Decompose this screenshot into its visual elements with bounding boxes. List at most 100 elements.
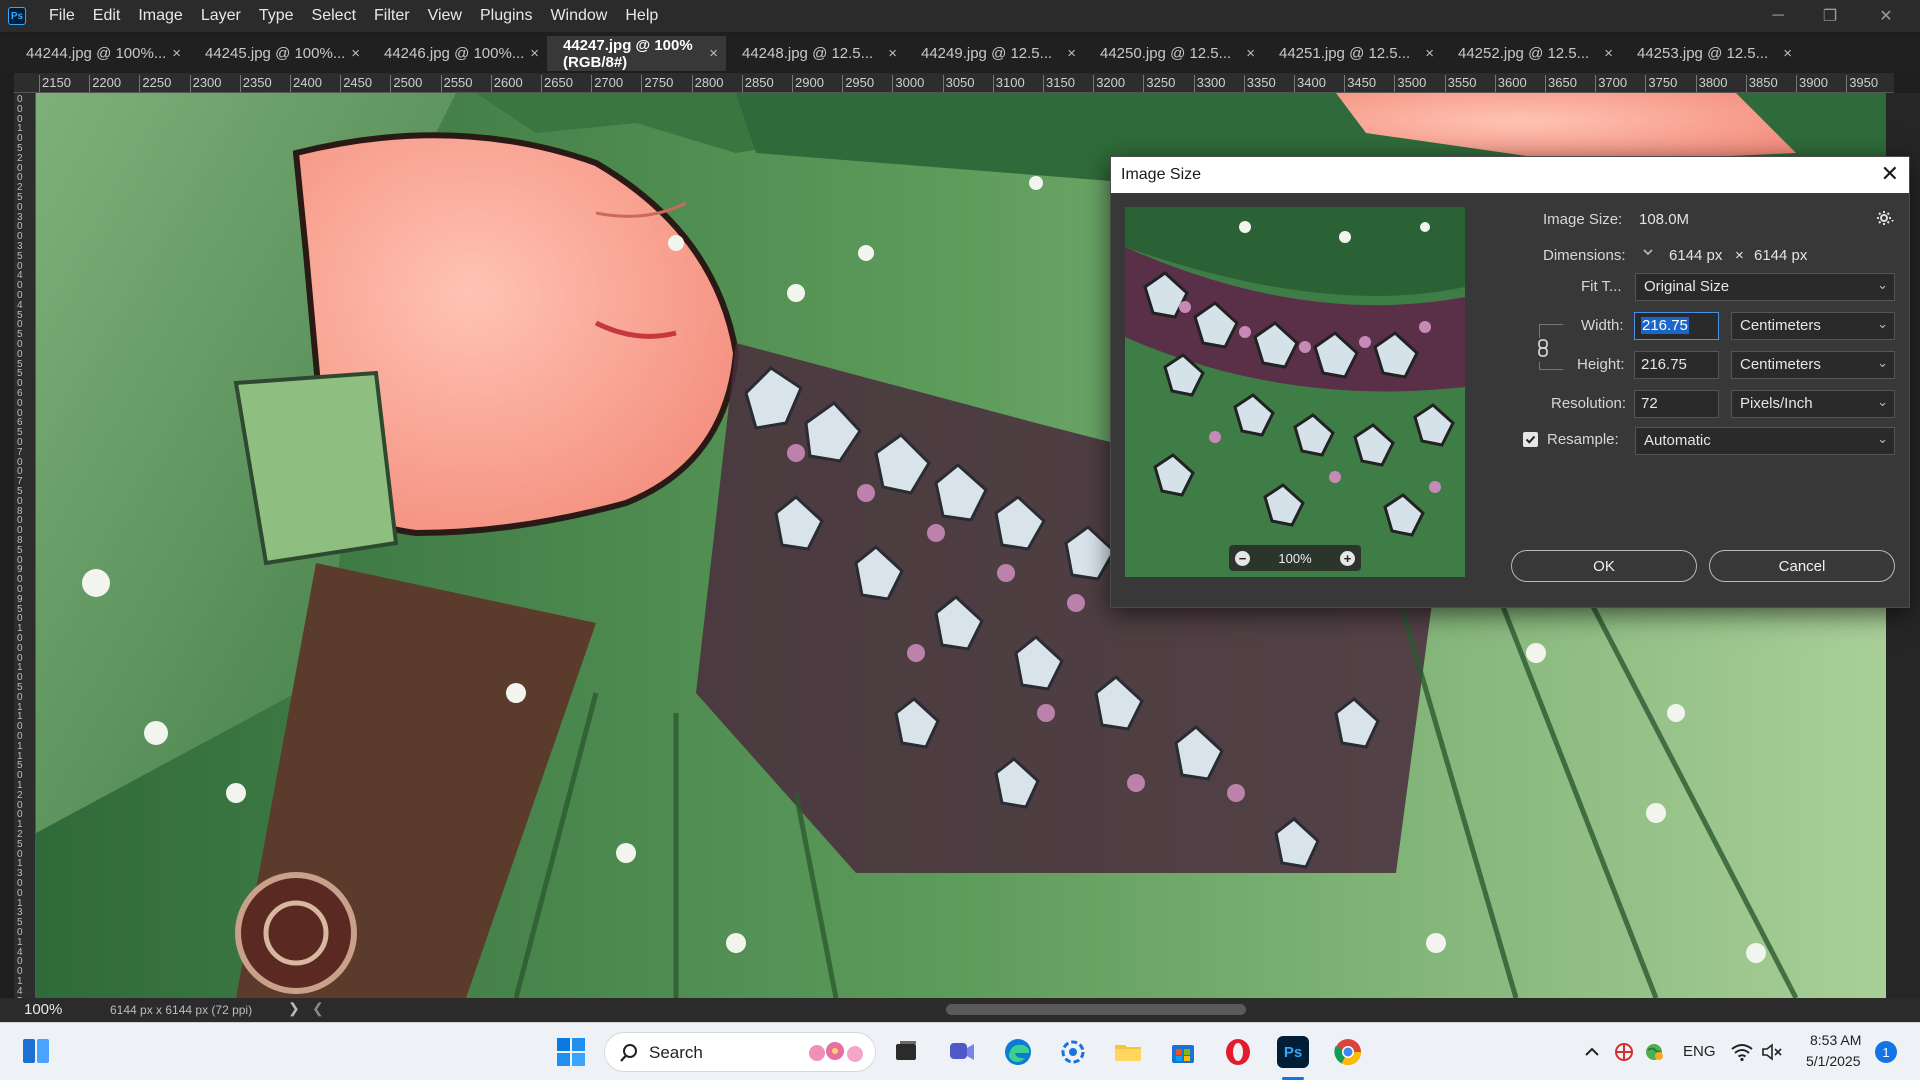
menu-filter[interactable]: Filter	[365, 0, 419, 32]
height-input[interactable]: 216.75	[1634, 351, 1719, 379]
document-tab[interactable]: 44250.jpg @ 12.5... ×	[1084, 36, 1263, 71]
ok-button[interactable]: OK	[1511, 550, 1697, 582]
document-tab[interactable]: 44247.jpg @ 100% (RGB/8#) ×	[547, 36, 726, 71]
height-unit-select[interactable]: Centimeters ⌄	[1731, 351, 1895, 379]
document-tab-bar: 44244.jpg @ 100%... × 44245.jpg @ 100%... ×…	[0, 36, 1920, 71]
menu-layer[interactable]: Layer	[192, 0, 250, 32]
clock-time[interactable]: 8:53 AM	[1810, 1032, 1861, 1048]
dialog-titlebar[interactable]: Image Size ✕	[1111, 157, 1909, 193]
chevron-down-icon: ⌄	[1877, 394, 1888, 409]
menu-select[interactable]: Select	[303, 0, 365, 32]
restore-button[interactable]: ❐	[1804, 0, 1856, 32]
chrome-browser-icon[interactable]	[1332, 1036, 1364, 1068]
resample-checkbox[interactable]	[1523, 432, 1538, 447]
resolution-input[interactable]: 72	[1634, 390, 1719, 418]
menu-help[interactable]: Help	[616, 0, 667, 32]
snip-svg	[1061, 1040, 1085, 1064]
resample-value: Automatic	[1644, 432, 1711, 449]
dialog-close-button[interactable]: ✕	[1881, 161, 1899, 187]
fit-to-select[interactable]: Original Size ⌄	[1635, 273, 1895, 301]
photoshop-taskbar-icon[interactable]: Ps	[1277, 1036, 1309, 1068]
minimize-button[interactable]: ─	[1752, 0, 1804, 32]
edge-browser-icon[interactable]	[1002, 1036, 1034, 1068]
ruler-tick-label: 3250	[1143, 75, 1175, 92]
show-hidden-icons-chevron-icon[interactable]	[1576, 1036, 1608, 1068]
document-tab[interactable]: 44249.jpg @ 12.5... ×	[905, 36, 1084, 71]
tab-close-icon[interactable]: ×	[1246, 45, 1255, 62]
resolution-unit-value: Pixels/Inch	[1740, 395, 1813, 412]
menu-view[interactable]: View	[419, 0, 471, 32]
document-tab[interactable]: 44253.jpg @ 12.5... ×	[1621, 36, 1800, 71]
opera-browser-icon[interactable]	[1222, 1036, 1254, 1068]
width-input[interactable]: 216.75	[1634, 312, 1719, 340]
start-windows-icon[interactable]	[555, 1036, 587, 1068]
status-zoom-level[interactable]: 100%	[24, 1001, 62, 1018]
speaker-muted-icon[interactable]	[1756, 1036, 1788, 1068]
ruler-tick-label: 2600	[490, 75, 523, 92]
tab-close-icon[interactable]: ×	[1783, 45, 1792, 62]
clock-date[interactable]: 5/1/2025	[1806, 1053, 1861, 1069]
ruler-tick-label: 3300	[1193, 75, 1226, 92]
resample-select[interactable]: Automatic ⌄	[1635, 427, 1895, 455]
document-tab[interactable]: 44244.jpg @ 100%... ×	[10, 36, 189, 71]
horizontal-scrollbar-thumb[interactable]	[946, 1004, 1246, 1015]
tab-label: 44248.jpg @ 12.5...	[742, 45, 874, 62]
file-explorer-icon[interactable]	[1112, 1036, 1144, 1068]
tab-label: 44247.jpg @ 100% (RGB/8#)	[563, 36, 693, 71]
menu-file[interactable]: File	[40, 0, 84, 32]
tab-close-icon[interactable]: ×	[1067, 45, 1076, 62]
ruler-tick-label: 2950	[842, 75, 874, 92]
tab-close-icon[interactable]: ×	[351, 45, 360, 62]
chain-link-icon[interactable]	[1536, 338, 1550, 362]
document-tab[interactable]: 44248.jpg @ 12.5... ×	[726, 36, 905, 71]
resolution-unit-select[interactable]: Pixels/Inch ⌄	[1731, 390, 1895, 418]
tab-close-icon[interactable]: ×	[172, 45, 181, 62]
document-tab[interactable]: 44251.jpg @ 12.5... ×	[1263, 36, 1442, 71]
close-window-button[interactable]: ✕	[1860, 0, 1912, 32]
widgets-icon[interactable]	[20, 1035, 52, 1067]
document-tab[interactable]: 44245.jpg @ 100%... ×	[189, 36, 368, 71]
status-expand-arrow-icon[interactable]: ❯	[288, 1000, 300, 1017]
task-view-icon[interactable]	[890, 1036, 922, 1068]
chevron-down-icon: ⌄	[1877, 431, 1888, 446]
document-tab[interactable]: 44246.jpg @ 100%... ×	[368, 36, 547, 71]
menu-type[interactable]: Type	[250, 0, 303, 32]
wifi-icon[interactable]	[1726, 1036, 1758, 1068]
network-globe-tray-icon[interactable]	[1638, 1036, 1670, 1068]
menu-edit[interactable]: Edit	[84, 0, 130, 32]
image-size-dialog: Image Size ✕ − 100% + Image Size: 108.0M…	[1110, 156, 1910, 608]
tab-close-icon[interactable]: ×	[530, 45, 539, 62]
zoom-in-icon[interactable]: +	[1340, 550, 1355, 566]
microsoft-store-icon[interactable]	[1167, 1036, 1199, 1068]
ruler-tick-label: 3950	[1846, 75, 1878, 92]
width-unit-select[interactable]: Centimeters ⌄	[1731, 312, 1895, 340]
notification-badge[interactable]: 1	[1875, 1041, 1897, 1063]
input-language-indicator[interactable]: ENG	[1683, 1043, 1716, 1060]
vpn-tray-icon[interactable]	[1608, 1036, 1640, 1068]
chevron-down-icon: ⌄	[1877, 277, 1888, 292]
tab-close-icon[interactable]: ×	[1604, 45, 1613, 62]
scroll-left-arrow-icon[interactable]: ❮	[312, 1000, 324, 1017]
tab-label: 44244.jpg @ 100%...	[26, 45, 167, 62]
tab-close-icon[interactable]: ×	[1425, 45, 1434, 62]
gear-icon[interactable]	[1876, 209, 1894, 231]
ruler-tick-label: 3850	[1745, 75, 1778, 92]
image-preview[interactable]: − 100% +	[1125, 207, 1465, 577]
width-unit-value: Centimeters	[1740, 317, 1821, 334]
teams-meet-icon[interactable]	[946, 1036, 978, 1068]
ruler-tick-label: 2300	[189, 75, 222, 92]
menu-plugins[interactable]: Plugins	[471, 0, 541, 32]
cancel-button[interactable]: Cancel	[1709, 550, 1895, 582]
tab-close-icon[interactable]: ×	[709, 45, 718, 62]
document-tab[interactable]: 44252.jpg @ 12.5... ×	[1442, 36, 1621, 71]
snipping-tool-icon[interactable]	[1057, 1036, 1089, 1068]
menu-image[interactable]: Image	[129, 0, 191, 32]
opera-svg	[1226, 1039, 1250, 1065]
menu-window[interactable]: Window	[541, 0, 616, 32]
tab-close-icon[interactable]: ×	[888, 45, 897, 62]
zoom-out-icon[interactable]: −	[1235, 550, 1250, 566]
dimensions-dropdown-chevron-icon[interactable]	[1641, 245, 1655, 262]
ruler-tick-label: 3650	[1545, 75, 1577, 92]
ruler-tick-label: 2200	[89, 75, 121, 92]
taskbar-search-box[interactable]: Search	[604, 1032, 876, 1072]
